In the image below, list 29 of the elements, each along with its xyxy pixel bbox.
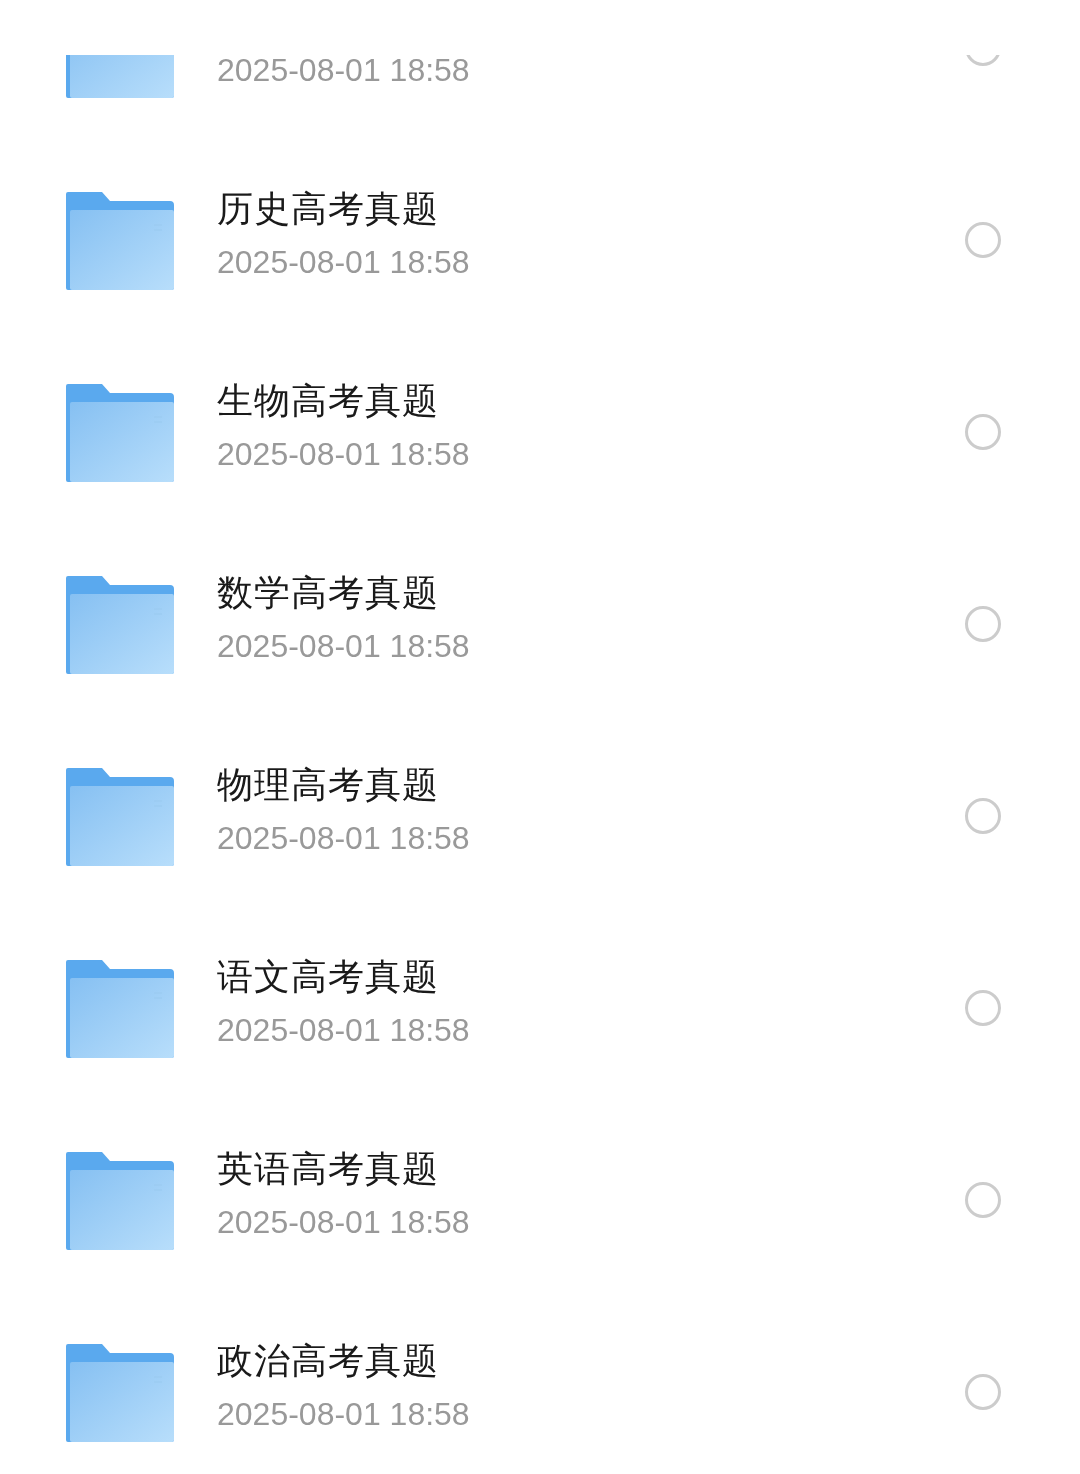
- select-radio[interactable]: [965, 1374, 1001, 1410]
- folder-icon: [66, 960, 174, 1058]
- modified-date: 2025-08-01 18:58: [217, 243, 470, 282]
- select-radio[interactable]: [965, 222, 1001, 258]
- modified-date: 2025-08-01 18:58: [217, 1395, 470, 1434]
- select-radio[interactable]: [965, 798, 1001, 834]
- folder-name: 物理高考真题: [217, 763, 439, 807]
- modified-date: 2025-08-01 18:58: [217, 627, 470, 666]
- folder-name: 数学高考真题: [217, 571, 439, 615]
- select-radio[interactable]: [965, 606, 1001, 642]
- select-radio[interactable]: [965, 414, 1001, 450]
- select-radio[interactable]: [965, 990, 1001, 1026]
- modified-date: 2025-08-01 18:58: [217, 1011, 470, 1050]
- folder-name: 政治高考真题: [217, 1339, 439, 1383]
- folder-icon: [66, 768, 174, 866]
- modified-date: 2025-08-01 18:58: [217, 55, 470, 90]
- folder-name: 历史高考真题: [217, 187, 439, 231]
- modified-date: 2025-08-01 18:58: [217, 819, 470, 858]
- folder-name: 语文高考真题: [217, 955, 439, 999]
- modified-date: 2025-08-01 18:58: [217, 435, 470, 474]
- folder-icon: [66, 1152, 174, 1250]
- modified-date: 2025-08-01 18:58: [217, 1203, 470, 1242]
- folder-name: 英语高考真题: [217, 1147, 439, 1191]
- folder-icon: [66, 384, 174, 482]
- folder-icon: [66, 576, 174, 674]
- select-radio[interactable]: [965, 1182, 1001, 1218]
- folder-icon: [66, 192, 174, 290]
- folder-name: 生物高考真题: [217, 379, 439, 423]
- folder-icon: [66, 1344, 174, 1442]
